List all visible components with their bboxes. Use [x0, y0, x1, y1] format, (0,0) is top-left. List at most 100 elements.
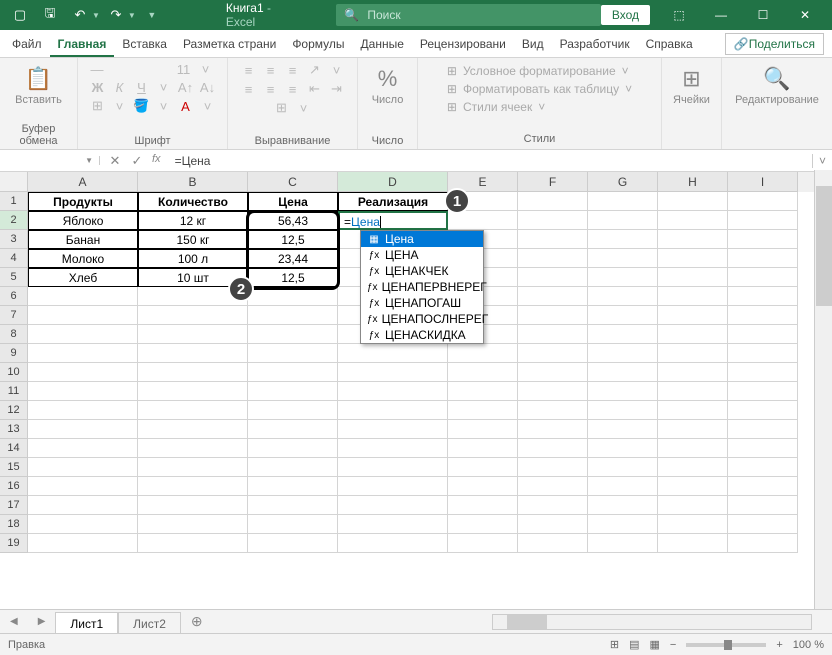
cell[interactable] [728, 211, 798, 230]
ribbon-mode-icon[interactable]: ⬚ [658, 0, 700, 30]
cell[interactable] [518, 458, 588, 477]
row-header[interactable]: 12 [0, 401, 28, 420]
cell[interactable] [448, 363, 518, 382]
cell[interactable] [338, 363, 448, 382]
autocomplete-item[interactable]: ƒxЦЕНА [361, 247, 483, 263]
cell[interactable] [248, 496, 338, 515]
cell[interactable] [588, 439, 658, 458]
cell[interactable] [448, 382, 518, 401]
cell[interactable] [28, 458, 138, 477]
autocomplete-item[interactable]: ▦Цена [361, 231, 483, 247]
sheet-tab[interactable]: Лист2 [118, 612, 181, 634]
cell[interactable] [518, 363, 588, 382]
cell[interactable] [518, 192, 588, 211]
cell[interactable]: Молоко [28, 249, 138, 268]
cell[interactable] [28, 496, 138, 515]
cancel-formula-icon[interactable]: ✕ [104, 153, 126, 169]
row-header[interactable]: 4 [0, 249, 28, 268]
cell[interactable] [588, 344, 658, 363]
col-header[interactable]: D [338, 172, 448, 192]
row-header[interactable]: 7 [0, 306, 28, 325]
cell[interactable]: Банан [28, 230, 138, 249]
cell[interactable] [138, 458, 248, 477]
col-header[interactable]: C [248, 172, 338, 192]
autocomplete-item[interactable]: ƒxЦЕНАПЕРВНЕРЕГ [361, 279, 483, 295]
chevron-down-icon[interactable]: ▼ [85, 156, 93, 165]
tab-insert[interactable]: Вставка [114, 31, 175, 57]
row-header[interactable]: 5 [0, 268, 28, 287]
cell[interactable] [138, 363, 248, 382]
cell[interactable] [28, 344, 138, 363]
cell[interactable] [138, 420, 248, 439]
cell[interactable]: 12 кг [138, 211, 248, 230]
cell[interactable] [658, 477, 728, 496]
cell[interactable]: Яблоко [28, 211, 138, 230]
cell[interactable] [338, 401, 448, 420]
number-format-button[interactable]: % Число [366, 62, 410, 110]
cell[interactable] [588, 458, 658, 477]
cells-button[interactable]: ⊞ Ячейки [667, 62, 716, 110]
cell[interactable] [658, 211, 728, 230]
cell[interactable] [728, 268, 798, 287]
cell[interactable] [518, 211, 588, 230]
cell[interactable] [138, 344, 248, 363]
cell[interactable] [588, 192, 658, 211]
autocomplete-item[interactable]: ƒxЦЕНАСКИДКА [361, 327, 483, 343]
cell[interactable]: Продукты [28, 192, 138, 211]
cell[interactable] [248, 344, 338, 363]
cell[interactable] [248, 306, 338, 325]
col-header[interactable]: A [28, 172, 138, 192]
cell[interactable] [588, 534, 658, 553]
add-sheet-icon[interactable]: ⊕ [181, 613, 213, 630]
autocomplete-item[interactable]: ƒxЦЕНАПОГАШ [361, 295, 483, 311]
cell[interactable] [728, 401, 798, 420]
cell[interactable] [588, 496, 658, 515]
cell[interactable] [248, 439, 338, 458]
cell[interactable] [518, 325, 588, 344]
cell[interactable] [728, 287, 798, 306]
cell[interactable]: 100 л [138, 249, 248, 268]
row-header[interactable]: 13 [0, 420, 28, 439]
zoom-in-icon[interactable]: + [776, 639, 782, 651]
zoom-slider[interactable] [686, 643, 766, 647]
editing-button[interactable]: 🔍 Редактирование [729, 62, 825, 110]
format-as-table[interactable]: ⊞ Форматировать как таблицу ˅ [447, 80, 632, 98]
maximize-icon[interactable]: ☐ [742, 0, 784, 30]
cell[interactable] [658, 420, 728, 439]
cell[interactable]: =Цена [338, 211, 448, 230]
row-header[interactable]: 18 [0, 515, 28, 534]
cell[interactable] [658, 344, 728, 363]
cell[interactable] [518, 401, 588, 420]
cell[interactable] [138, 306, 248, 325]
cell[interactable] [248, 477, 338, 496]
cell[interactable] [248, 401, 338, 420]
cell[interactable] [518, 268, 588, 287]
cell[interactable] [518, 496, 588, 515]
cell[interactable] [518, 382, 588, 401]
view-break-icon[interactable]: ▦ [650, 638, 660, 651]
cell[interactable] [338, 496, 448, 515]
cell[interactable] [448, 458, 518, 477]
enter-formula-icon[interactable]: ✓ [126, 153, 148, 169]
cell[interactable] [28, 515, 138, 534]
cell[interactable]: 12,5 [248, 268, 338, 287]
cell[interactable] [728, 306, 798, 325]
row-header[interactable]: 19 [0, 534, 28, 553]
cell[interactable] [28, 401, 138, 420]
cell[interactable] [248, 420, 338, 439]
login-button[interactable]: Вход [601, 5, 650, 25]
cell[interactable] [248, 382, 338, 401]
cell[interactable] [338, 477, 448, 496]
cell[interactable]: 23,44 [248, 249, 338, 268]
cell[interactable] [728, 192, 798, 211]
col-header[interactable]: H [658, 172, 728, 192]
cell[interactable] [28, 477, 138, 496]
cell[interactable] [248, 458, 338, 477]
cell[interactable] [658, 306, 728, 325]
zoom-level[interactable]: 100 % [793, 639, 824, 651]
worksheet-grid[interactable]: A B C D E F G H I 1ПродуктыКоличествоЦен… [0, 172, 832, 553]
cell[interactable] [658, 496, 728, 515]
cell[interactable] [448, 496, 518, 515]
select-all-corner[interactable] [0, 172, 28, 192]
cell[interactable] [138, 382, 248, 401]
